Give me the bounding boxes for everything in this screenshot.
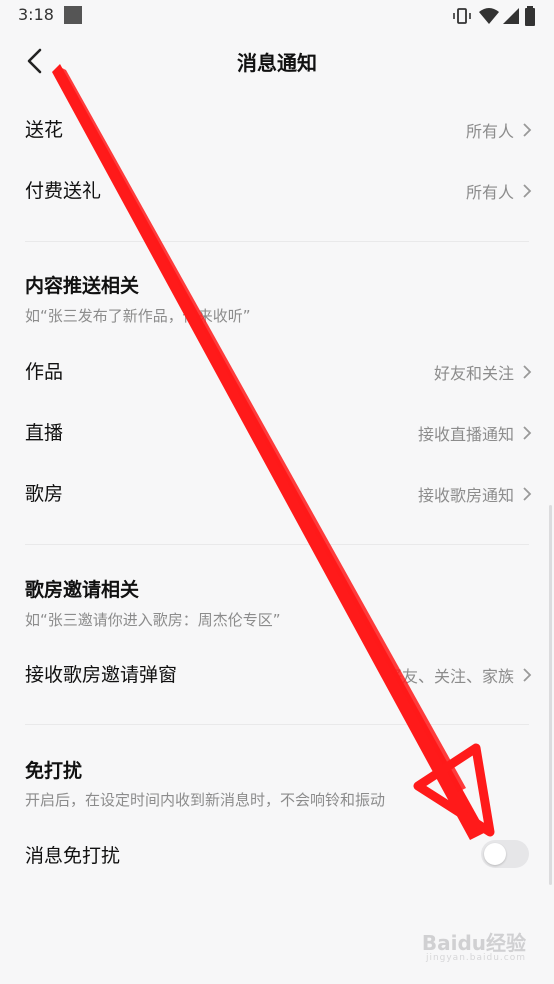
row-label: 付费送礼 <box>25 180 102 202</box>
notification-icon <box>64 6 82 24</box>
scrollbar[interactable] <box>549 505 552 885</box>
row-label: 直播 <box>25 422 64 444</box>
header: 消息通知 <box>0 32 554 90</box>
dnd-toggle[interactable] <box>481 840 529 868</box>
section-desc-room-invite: 如“张三邀请你进入歌房：周杰伦专区” <box>25 611 281 629</box>
section-title-dnd: 免打扰 <box>25 760 83 782</box>
chevron-right-icon <box>523 184 532 198</box>
watermark-sub: jingyan.baidu.com <box>425 953 526 963</box>
row-value: 所有人 <box>465 183 514 202</box>
row-room-invite-popup[interactable]: 接收歌房邀请弹窗 好友、关注、家族 <box>0 645 554 703</box>
status-time: 3:18 <box>18 5 54 24</box>
row-label: 作品 <box>25 361 64 383</box>
section-title-content-push: 内容推送相关 <box>25 275 140 297</box>
wifi-icon <box>479 8 499 24</box>
row-dnd: 消息免打扰 <box>0 826 554 884</box>
row-value: 好友、关注、家族 <box>385 667 514 686</box>
chevron-right-icon <box>523 487 532 501</box>
status-bar: 3:18 <box>0 0 554 32</box>
row-value: 接收歌房通知 <box>417 486 514 505</box>
row-label: 歌房 <box>25 483 64 505</box>
row-flower[interactable]: 送花 所有人 <box>0 100 554 158</box>
row-live[interactable]: 直播 接收直播通知 <box>0 403 554 461</box>
divider <box>25 724 529 725</box>
divider <box>25 241 529 242</box>
divider <box>25 544 529 545</box>
row-value: 接收直播通知 <box>417 425 514 444</box>
section-title-room-invite: 歌房邀请相关 <box>25 579 140 601</box>
chevron-right-icon <box>523 426 532 440</box>
row-label: 送花 <box>25 119 64 141</box>
row-paid-gift[interactable]: 付费送礼 所有人 <box>0 161 554 219</box>
row-song-room[interactable]: 歌房 接收歌房通知 <box>0 464 554 522</box>
row-value: 好友和关注 <box>433 364 514 383</box>
chevron-right-icon <box>523 123 532 137</box>
page-title: 消息通知 <box>237 51 317 75</box>
section-desc-dnd: 开启后，在设定时间内收到新消息时，不会响铃和振动 <box>25 791 386 809</box>
baidu-watermark: Baidu经验 jingyan.baidu.com <box>421 927 526 963</box>
row-works[interactable]: 作品 好友和关注 <box>0 342 554 400</box>
row-label: 接收歌房邀请弹窗 <box>25 664 178 686</box>
chevron-right-icon <box>523 365 532 379</box>
section-desc-content-push: 如“张三发布了新作品，你来收听” <box>25 307 251 325</box>
watermark-text: Baidu经验 <box>421 931 526 955</box>
signal-icon <box>503 8 519 24</box>
chevron-right-icon <box>523 668 532 682</box>
row-value: 所有人 <box>465 122 514 141</box>
vibrate-icon <box>453 8 471 24</box>
battery-icon <box>525 6 535 26</box>
row-label: 消息免打扰 <box>25 845 121 867</box>
toggle-knob <box>484 843 506 865</box>
